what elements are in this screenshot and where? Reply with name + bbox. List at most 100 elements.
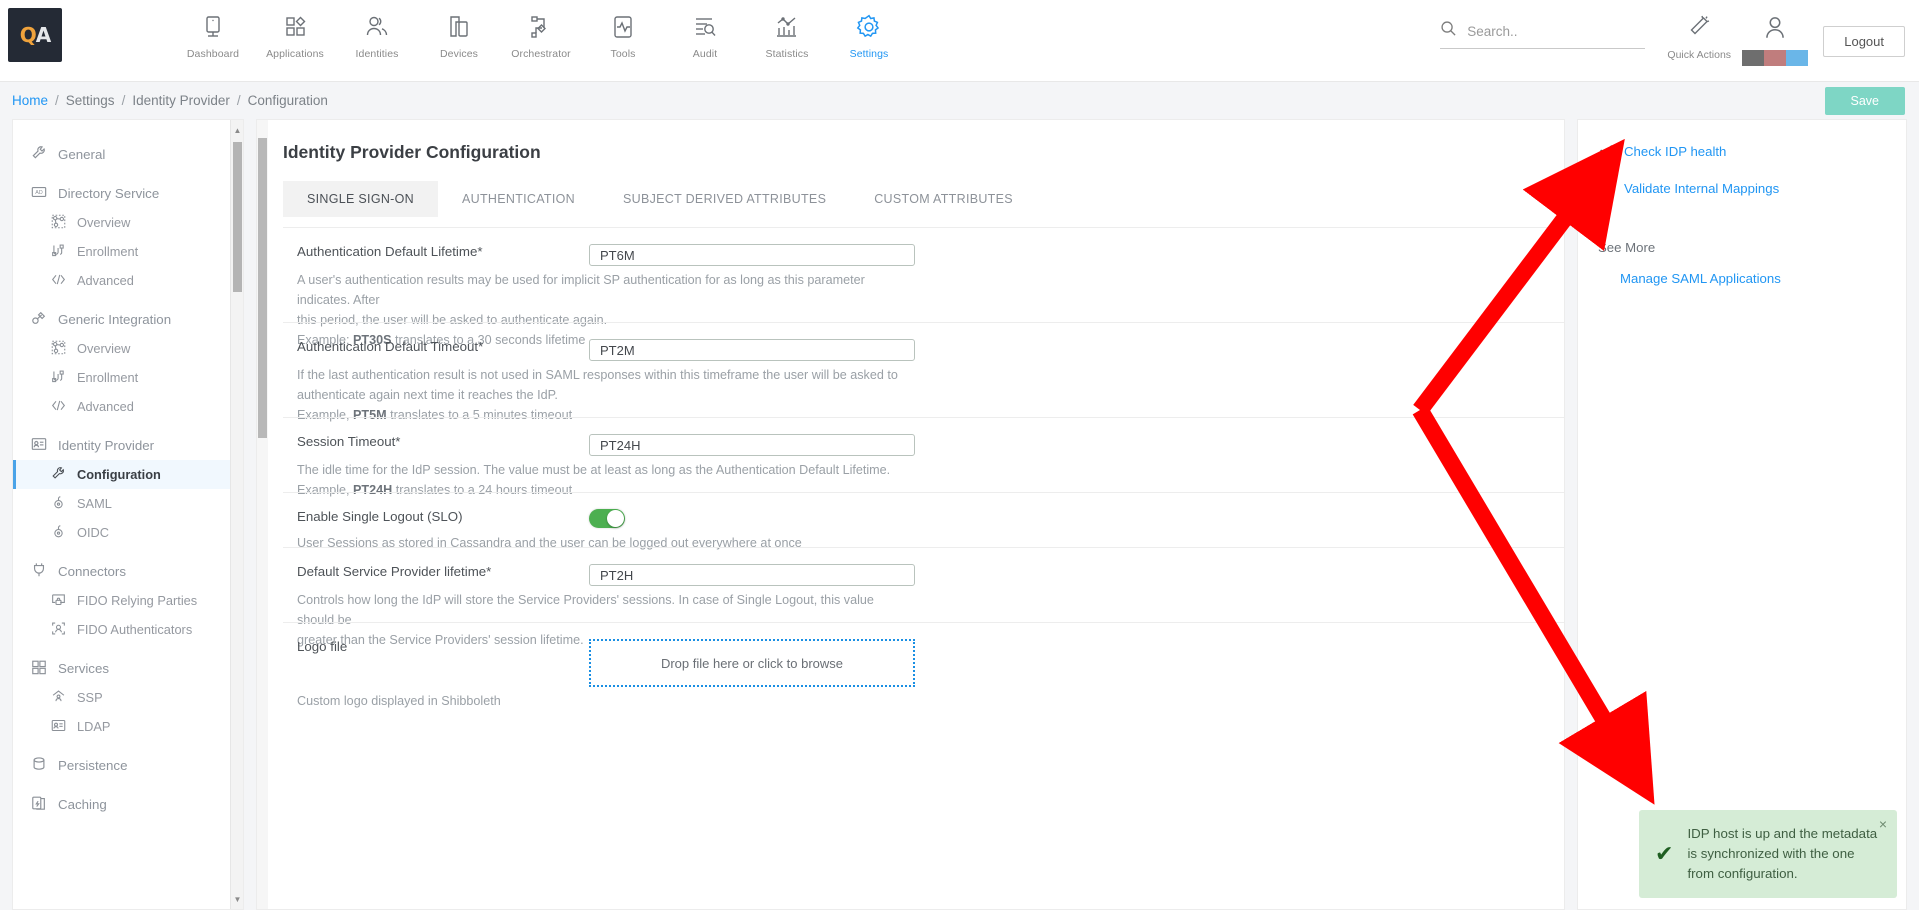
nav-item-audit[interactable]: Audit	[664, 6, 746, 60]
sidebar-item-gi-advanced[interactable]: Advanced	[13, 392, 243, 421]
scroll-up-arrow-icon[interactable]: ▲	[231, 122, 244, 138]
field-label: Session Timeout*	[297, 434, 579, 449]
svg-text:AD: AD	[35, 190, 43, 196]
nav-item-statistics[interactable]: Statistics	[746, 6, 828, 60]
nav-label: Settings	[850, 48, 889, 60]
sidebar-item-configuration[interactable]: Configuration	[13, 460, 243, 489]
database-icon	[31, 756, 47, 775]
sidebar-item-fido-relying-parties[interactable]: FIDO Relying Parties	[13, 586, 243, 615]
close-icon[interactable]: ×	[1879, 816, 1887, 832]
save-button[interactable]: Save	[1825, 87, 1906, 115]
quick-actions-button[interactable]: Quick Actions	[1663, 14, 1735, 61]
nav-item-orchestrator[interactable]: Orchestrator	[500, 6, 582, 60]
scroll-down-arrow-icon[interactable]: ▼	[231, 891, 244, 907]
sidebar-scrollbar[interactable]: ▲ ▼	[230, 120, 243, 909]
sidebar-item-generic-integration[interactable]: Generic Integration	[13, 305, 243, 334]
search-icon	[1440, 20, 1457, 42]
authentication-default-timeout-input[interactable]	[589, 339, 915, 361]
manage-saml-applications-link[interactable]: Manage SAML Applications	[1598, 271, 1886, 286]
user-avatar-icon	[1761, 14, 1789, 47]
sidebar-item-caching[interactable]: Caching	[13, 790, 243, 819]
field-label: Enable Single Logout (SLO)	[297, 509, 579, 524]
sidebar-item-ssp[interactable]: SSP	[13, 683, 243, 712]
sidebar-item-label: Connectors	[58, 564, 126, 579]
field-label: Authentication Default Timeout*	[297, 339, 579, 354]
breadcrumb-item-identity-provider[interactable]: Identity Provider	[132, 93, 230, 108]
default-service-provider-lifetime-input[interactable]	[589, 564, 915, 586]
sidebar-item-label: Identity Provider	[58, 438, 154, 453]
tab-authentication[interactable]: AUTHENTICATION	[438, 181, 599, 217]
logout-button[interactable]: Logout	[1823, 26, 1905, 57]
cache-icon	[31, 795, 47, 814]
main-content-panel: Identity Provider Configuration SINGLE S…	[256, 119, 1565, 910]
sidebar-item-label: Configuration	[77, 467, 161, 482]
sidebar-item-general[interactable]: General	[13, 140, 243, 169]
nav-item-settings[interactable]: Settings	[828, 6, 910, 60]
nav-label: Devices	[440, 48, 478, 60]
breadcrumb-item-settings[interactable]: Settings	[66, 93, 115, 108]
tab-custom-attributes[interactable]: CUSTOM ATTRIBUTES	[850, 181, 1037, 217]
screen-lock-icon	[51, 592, 66, 610]
field-label: Default Service Provider lifetime*	[297, 564, 579, 579]
sidebar-item-label: Persistence	[58, 758, 127, 773]
validate-internal-mappings-label: Validate Internal Mappings	[1624, 181, 1779, 196]
sidebar-scrollbar-thumb[interactable]	[233, 142, 242, 292]
global-search[interactable]	[1440, 20, 1645, 49]
field-default-service-provider-lifetime: Default Service Provider lifetime* Contr…	[283, 547, 1564, 622]
authentication-default-lifetime-input[interactable]	[589, 244, 915, 266]
apps-icon	[31, 659, 47, 678]
logo-file-dropzone[interactable]: Drop file here or click to browse	[589, 639, 915, 687]
avatar[interactable]	[1735, 14, 1815, 66]
sidebar-item-oidc[interactable]: OIDC	[13, 518, 243, 547]
nav-label: Tools	[610, 48, 635, 60]
check-icon	[1598, 142, 1614, 161]
field-enable-single-logout: Enable Single Logout (SLO) User Sessions…	[283, 492, 1564, 547]
sidebar-item-ds-overview[interactable]: Overview	[13, 208, 243, 237]
check-idp-health-action[interactable]: Check IDP health	[1598, 142, 1886, 161]
sidebar-item-saml[interactable]: SAML	[13, 489, 243, 518]
nav-item-dashboard[interactable]: Dashboard	[172, 6, 254, 60]
breadcrumb-item-configuration: Configuration	[248, 93, 328, 108]
sidebar-item-directory-service[interactable]: AD Directory Service	[13, 179, 243, 208]
validate-internal-mappings-action[interactable]: Validate Internal Mappings	[1598, 179, 1886, 198]
search-input[interactable]	[1467, 24, 1645, 39]
sidebar-item-ds-advanced[interactable]: Advanced	[13, 266, 243, 295]
enrollment-icon	[51, 369, 66, 387]
code-icon	[51, 398, 66, 416]
devices-icon	[446, 10, 472, 44]
sidebar-item-label: Advanced	[77, 273, 134, 288]
sidebar-item-ds-enrollment[interactable]: Enrollment	[13, 237, 243, 266]
session-timeout-input[interactable]	[589, 434, 915, 456]
sidebar-item-ldap[interactable]: LDAP	[13, 712, 243, 741]
page-title: Identity Provider Configuration	[283, 142, 1564, 163]
breadcrumb-item-home[interactable]: Home	[12, 93, 48, 108]
magic-wand-icon	[1686, 14, 1712, 45]
sidebar-item-services[interactable]: Services	[13, 654, 243, 683]
main-scrollbar[interactable]	[257, 120, 268, 909]
sidebar-item-identity-provider[interactable]: Identity Provider	[13, 431, 243, 460]
quick-actions-label: Quick Actions	[1667, 49, 1731, 61]
app-logo[interactable]: QA	[8, 8, 62, 62]
field-logo-file: Logo file Drop file here or click to bro…	[283, 622, 1564, 701]
tab-subject-derived-attributes[interactable]: SUBJECT DERIVED ATTRIBUTES	[599, 181, 850, 217]
breadcrumb-separator: /	[237, 93, 241, 108]
nodes-icon	[51, 340, 66, 358]
orchestrator-icon	[528, 10, 554, 44]
nav-item-identities[interactable]: Identities	[336, 6, 418, 60]
field-desc-line1: A user's authentication results may be u…	[297, 270, 907, 310]
settings-sidebar: General AD Directory Service Overview En…	[12, 119, 244, 910]
sidebar-item-gi-overview[interactable]: Overview	[13, 334, 243, 363]
id-card-icon	[51, 718, 66, 736]
tab-single-sign-on[interactable]: SINGLE SIGN-ON	[283, 181, 438, 217]
sidebar-item-fido-authenticators[interactable]: FIDO Authenticators	[13, 615, 243, 644]
nav-item-devices[interactable]: Devices	[418, 6, 500, 60]
sidebar-item-gi-enrollment[interactable]: Enrollment	[13, 363, 243, 392]
sidebar-item-persistence[interactable]: Persistence	[13, 751, 243, 780]
nav-item-tools[interactable]: Tools	[582, 6, 664, 60]
sidebar-list: General AD Directory Service Overview En…	[13, 120, 243, 825]
sidebar-item-connectors[interactable]: Connectors	[13, 557, 243, 586]
main-scrollbar-thumb[interactable]	[258, 138, 267, 438]
field-session-timeout: Session Timeout* The idle time for the I…	[283, 417, 1564, 492]
nav-item-applications[interactable]: Applications	[254, 6, 336, 60]
enable-single-logout-toggle[interactable]	[589, 509, 625, 528]
